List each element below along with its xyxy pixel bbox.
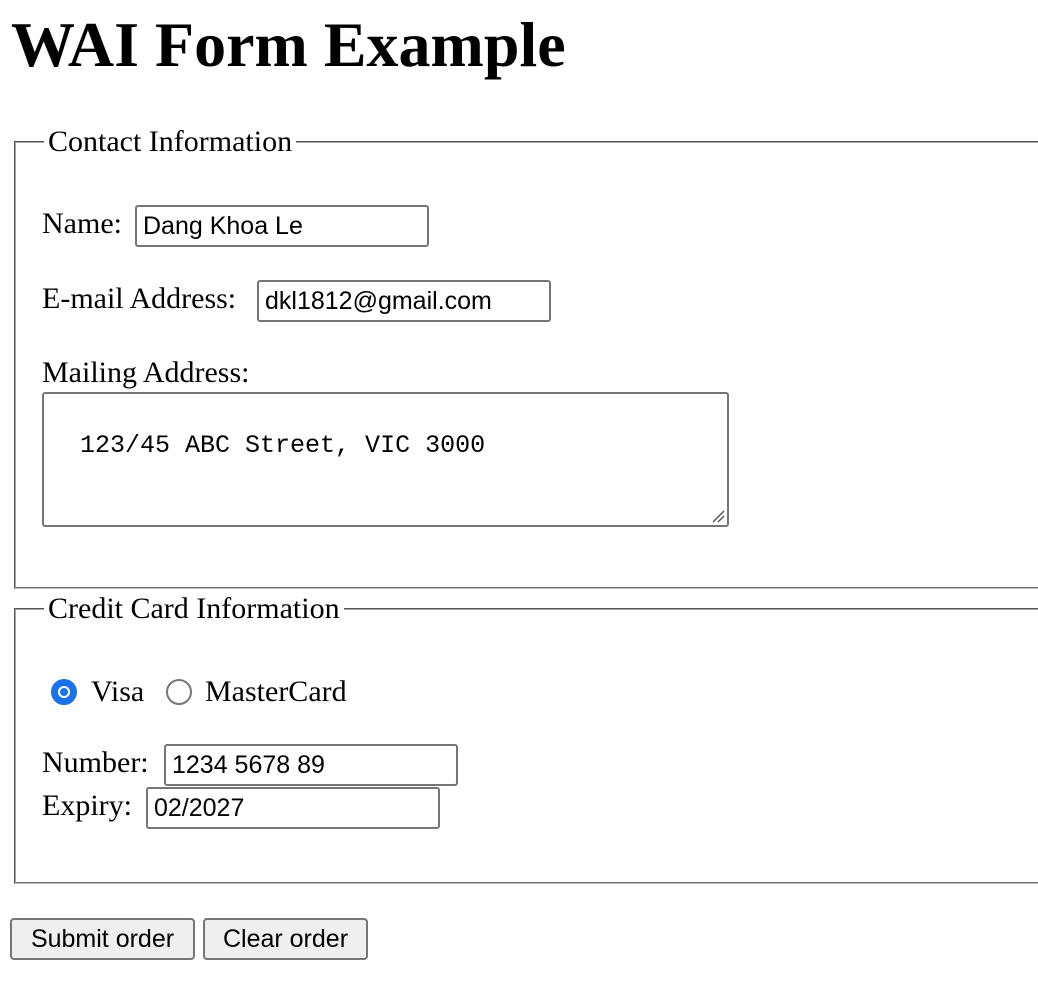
mailing-address-textarea[interactable]: 123/45 ABC Street, VIC 3000 (42, 392, 729, 527)
name-label: Name: (42, 207, 122, 240)
clear-order-button[interactable]: Clear order (203, 918, 368, 960)
card-number-input[interactable]: 1234 5678 89 (164, 744, 458, 786)
email-label: E-mail Address: (42, 282, 237, 315)
expiry-label: Expiry: (42, 789, 132, 822)
visa-radio[interactable] (51, 679, 77, 705)
mastercard-label: MasterCard (205, 675, 347, 708)
contact-legend: Contact Information (44, 126, 297, 158)
expiry-input[interactable]: 02/2027 (146, 787, 440, 829)
email-input[interactable]: dkl1812@gmail.com (257, 280, 551, 322)
card-number-label: Number: (42, 746, 149, 779)
mailing-address-label: Mailing Address: (42, 356, 250, 389)
mastercard-radio[interactable] (166, 679, 192, 705)
resize-handle-icon[interactable] (709, 507, 725, 523)
submit-order-button[interactable]: Submit order (10, 918, 195, 960)
credit-card-legend: Credit Card Information (44, 593, 344, 625)
visa-label: Visa (91, 675, 145, 708)
page-title: WAI Form Example (11, 9, 566, 80)
name-input[interactable]: Dang Khoa Le (135, 205, 429, 247)
mailing-address-value: 123/45 ABC Street, VIC 3000 (80, 431, 486, 460)
